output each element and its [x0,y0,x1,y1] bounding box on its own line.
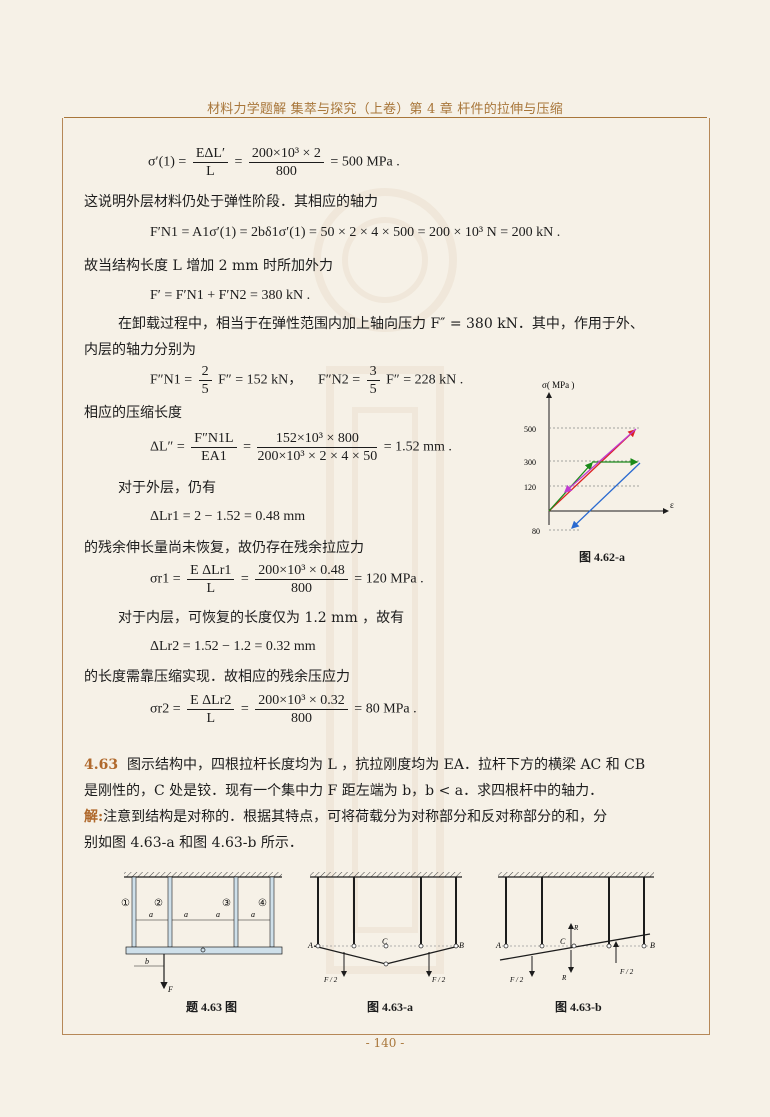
figure-caption-4-62-a: 图 4.62-a [579,550,625,564]
equation-sigma-r2: σr2 = E ΔLr2 L = 200×10³ × 0.32 800 = 80 M… [150,693,417,726]
label-F-half: F / 2 [323,976,338,984]
solution-line-1: 解:注意到结构是对称的．根据其特点，可将荷载分为对称部分和反对称部分的和，分 [84,809,608,825]
paragraph: 的长度需靠压缩实现．故相应的残余压应力 [84,669,350,685]
axis-label-sigma: σ( MPa ) [542,380,574,390]
figure-4-63-b: A C B R R F / 2 F / 2 [495,872,655,984]
paragraph: 内层的轴力分别为 [84,342,196,358]
figure-caption-4-63-b: 图 4.63-b [555,1000,602,1014]
rod-label-2: ② [154,898,163,909]
equation-sigma-r1: σr1 = E ΔLr1 L = 200×10³ × 0.48 800 = 120 … [150,563,424,596]
paragraph: 在卸载过程中，相当于在弹性范围内加上轴向压力 F″ = 380 kN．其中，作用… [118,316,644,332]
label-F-half: F / 2 [509,976,524,984]
figure-caption-4-63-a: 图 4.63-a [367,1000,413,1014]
problem-number: 4.63 [84,757,119,773]
paragraph: 这说明外层材料仍处于弹性阶段．其相应的轴力 [84,194,378,210]
label-A: A [495,941,501,950]
tick-120: 120 [524,483,536,492]
figure-problem-4-63: ① ② ③ ④ a a a a b F [121,872,283,994]
dim-a: a [216,910,220,919]
tick-500: 500 [524,425,536,434]
axis-label-epsilon: ε [670,500,674,510]
equation: F′ = F′N1 + F′N2 = 380 kN . [150,288,311,303]
label-F-half: F / 2 [619,968,634,976]
tick-80: 80 [532,527,540,535]
equation: ΔLr1 = 2 − 1.52 = 0.48 mm [150,509,306,524]
dim-a: a [184,910,188,919]
label-C: C [560,937,566,946]
dim-b: b [145,957,149,966]
label-B: B [459,941,464,950]
label-F-half: F / 2 [431,976,446,984]
dim-a: a [251,910,255,919]
equation: ΔLr2 = 1.52 − 1.2 = 0.32 mm [150,639,316,654]
equation: F′N1 = A1σ′(1) = 2bδ1σ′(1) = 50 × 2 × 4 … [150,225,561,240]
label-R-down: R [561,974,567,982]
figure-4-63-a: A C B F / 2 F / 2 [307,872,464,984]
label-C: C [382,937,388,946]
unloading-line-blue [571,462,641,529]
label-B: B [650,941,655,950]
rod-label-1: ① [121,898,130,909]
equation-fn1: F″N1 = 25 F″ = 152 kN， [150,364,303,397]
problem-line-2: 是刚性的，C 处是铰．现有一个集中力 F 距左端为 b，b < a．求四根杆中的… [84,783,604,799]
equation-sigma1-prime: σ′(1) = EΔL′ L = 200×10³ × 2 800 = 500 MPa… [148,146,400,179]
tick-300: 300 [524,458,536,467]
paragraph: 对于内层，可恢复的长度仅为 1.2 mm ，故有 [118,610,405,626]
label-A: A [307,941,313,950]
label-R-up: R [573,924,579,932]
solution-label: 解: [84,809,104,825]
paragraph: 的残余伸长量尚未恢复，故仍存在残余拉应力 [84,540,364,556]
running-header: 材料力学题解 集萃与探究（上卷）第 4 章 杆件的拉伸与压缩 [207,102,563,117]
unloading-line-magenta [564,428,637,493]
label-F: F [167,985,173,994]
page-number: - 140 - [365,1036,405,1050]
figure-caption-problem: 题 4.63 图 [186,1000,238,1014]
paragraph: 对于外层，仍有 [118,480,216,496]
dim-a: a [149,910,153,919]
problem-line-1: 4.63 图示结构中，四根拉杆长度均为 L ，抗拉刚度均为 EA．拉杆下方的横梁… [84,757,646,773]
paragraph: 相应的压缩长度 [84,405,182,421]
figure-4-62-a: σ( MPa ) ε 500 300 120 80 [524,380,674,535]
paragraph: 故当结构长度 L 增加 2 mm 时所加外力 [84,258,334,274]
solution-line-2: 别如图 4.63-a 和图 4.63-b 所示． [84,835,303,851]
rod-label-4: ④ [258,898,267,909]
equation-delta-l: ΔL″ = F″N1L EA1 = 152×10³ × 800 200×10³ × … [150,431,452,464]
rod-label-3: ③ [222,898,231,909]
equation-fn2: F″N2 = 35 F″ = 228 kN . [318,364,464,397]
